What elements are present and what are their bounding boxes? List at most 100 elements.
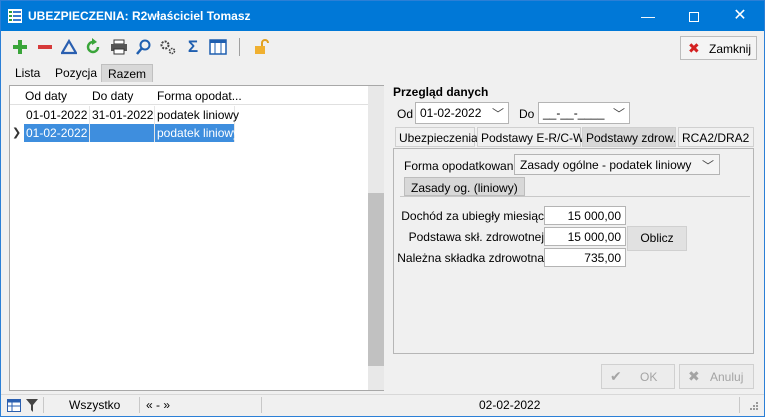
cell-forma: podatek liniowy (157, 106, 240, 124)
oblicz-button[interactable]: Oblicz (627, 226, 687, 251)
minimize-icon: — (641, 8, 655, 24)
do-date-value: __-__-____ (543, 106, 605, 120)
tab-label: RCA2/DRA2 (682, 131, 750, 145)
dochod-field[interactable]: 15 000,00 (544, 206, 626, 225)
podstawa-field[interactable]: 15 000,00 (544, 227, 626, 246)
cell-od: 01-02-2022 (24, 124, 90, 142)
tab-zasady-og-liniowy[interactable]: Zasady og. (liniowy) (404, 177, 525, 196)
cancel-x-icon: ✖ (688, 368, 700, 384)
table-row-selected[interactable]: ❯ 01-02-2022 podatek liniowy (10, 124, 370, 142)
tab-label: Razem (108, 67, 147, 81)
skladka-field[interactable]: 735,00 (544, 248, 626, 267)
filter-funnel-icon[interactable] (26, 399, 38, 412)
print-icon (111, 39, 127, 55)
zamknij-label: Zamknij (709, 42, 752, 56)
settings-button[interactable] (158, 37, 178, 57)
do-label: Do (519, 107, 535, 121)
tab-pozycja[interactable]: Pozycja (49, 64, 103, 82)
zdrow-panel: Forma opodatkowania Zasady ogólne - poda… (393, 148, 754, 354)
minus-icon (38, 45, 52, 49)
check-icon: ✔ (610, 368, 622, 384)
cell-do (90, 124, 155, 142)
close-x-icon: ✖ (688, 40, 700, 56)
range-status: « - » (146, 398, 171, 412)
do-date-field[interactable]: __-__-____ ﹀ (538, 102, 630, 124)
toolbar-separator (239, 38, 240, 56)
skladka-label: Należna składka zdrowotna (397, 251, 544, 265)
lock-button[interactable] (251, 37, 271, 57)
chevron-down-icon[interactable]: ﹀ (702, 157, 714, 174)
anuluj-button[interactable]: ✖ Anuluj (679, 364, 754, 389)
maximize-button[interactable] (671, 1, 717, 31)
podstawa-label: Podstawa skł. zdrowotnej (408, 230, 544, 244)
cell-od: 01-01-2022 (24, 106, 90, 124)
tab-label: Pozycja (55, 66, 98, 80)
przeglad-panel: Przegląd danych Od 01-02-2022 ﹀ Do __-__… (390, 85, 758, 391)
chevron-down-icon[interactable]: ﹀ (492, 105, 504, 122)
periods-grid[interactable]: Od daty Do daty Forma opodat... 01-01-20… (9, 85, 384, 391)
status-separator (43, 397, 44, 413)
columns-button[interactable] (208, 37, 228, 57)
status-separator (739, 397, 740, 413)
ok-button[interactable]: ✔ OK (601, 364, 675, 389)
column-header-do[interactable]: Do daty (92, 89, 133, 103)
search-button[interactable] (134, 37, 154, 57)
column-header-od[interactable]: Od daty (25, 89, 67, 103)
sum-button[interactable]: Σ (183, 37, 203, 57)
tab-label: Podstawy E-R/C-W (481, 131, 585, 145)
dochod-value: 15 000,00 (567, 209, 621, 223)
row-indicator-icon: ❯ (12, 127, 22, 139)
tab-label: Lista (15, 66, 41, 80)
scrollbar-thumb[interactable] (368, 193, 384, 366)
resize-grip-icon[interactable] (749, 401, 759, 411)
date-status: 02-02-2022 (479, 398, 541, 412)
minimize-button[interactable]: — (625, 1, 671, 31)
delete-button[interactable] (35, 37, 55, 57)
ok-label: OK (640, 370, 658, 384)
filter-button[interactable] (59, 37, 79, 57)
refresh-button[interactable] (83, 37, 103, 57)
grid-view-icon[interactable] (7, 399, 21, 412)
tab-rca2-dra2[interactable]: RCA2/DRA2 (678, 127, 754, 147)
plus-icon (13, 40, 27, 54)
tab-razem[interactable]: Razem (101, 64, 154, 82)
grid-scrollbar[interactable] (368, 86, 384, 390)
cell-do: 31-01-2022 (92, 106, 155, 124)
filter-status: Wszystko (69, 398, 121, 412)
status-separator (139, 397, 140, 413)
column-header-forma[interactable]: Forma opodat... (157, 89, 242, 103)
podstawa-value: 15 000,00 (567, 230, 621, 244)
table-row[interactable]: 01-01-2022 31-01-2022 podatek liniowy (10, 106, 370, 124)
forma-value: Zasady ogólne - podatek liniowy (520, 158, 692, 172)
anuluj-label: Anuluj (710, 370, 744, 384)
app-icon (8, 9, 22, 23)
tab-lista[interactable]: Lista (9, 64, 46, 82)
tab-podstawy-er-cw[interactable]: Podstawy E-R/C-W (477, 127, 585, 147)
tab-label: Podstawy zdrow. (586, 131, 677, 145)
maximize-icon (689, 12, 699, 23)
zamknij-button[interactable]: ✖ Zamknij (680, 36, 757, 60)
toolbar: Σ ✖ Zamknij (1, 31, 764, 63)
cell-forma: podatek liniowy (155, 124, 240, 142)
od-date-value: 01-02-2022 (420, 106, 482, 120)
search-icon (136, 39, 151, 55)
od-label: Od (397, 107, 414, 121)
skladka-value: 735,00 (584, 251, 621, 265)
tab-podstawy-zdrow[interactable]: Podstawy zdrow. (582, 127, 676, 147)
print-button[interactable] (109, 37, 129, 57)
forma-select[interactable]: Zasady ogólne - podatek liniowy ﹀ (514, 154, 720, 175)
od-date-field[interactable]: 01-02-2022 ﹀ (415, 102, 509, 124)
sum-icon: Σ (187, 37, 199, 56)
settings-icon (160, 40, 176, 55)
lock-icon (255, 39, 269, 54)
filter-icon (60, 38, 78, 55)
tab-label: Ubezpieczenia (399, 131, 478, 145)
grid-header: Od daty Do daty Forma opodat... (10, 86, 370, 105)
tab-ubezpieczenia[interactable]: Ubezpieczenia (395, 127, 478, 147)
forma-label: Forma opodatkowania (404, 159, 523, 173)
add-button[interactable] (10, 37, 30, 57)
chevron-down-icon[interactable]: ﹀ (613, 105, 625, 122)
window-close-button[interactable]: ✕ (717, 1, 763, 31)
zasady-panel: Dochód za ubiegły miesiąc 15 000,00 Pods… (397, 196, 750, 351)
title-bar: UBEZPIECZENIA: R2właściciel Tomasz — ✕ (1, 1, 764, 31)
